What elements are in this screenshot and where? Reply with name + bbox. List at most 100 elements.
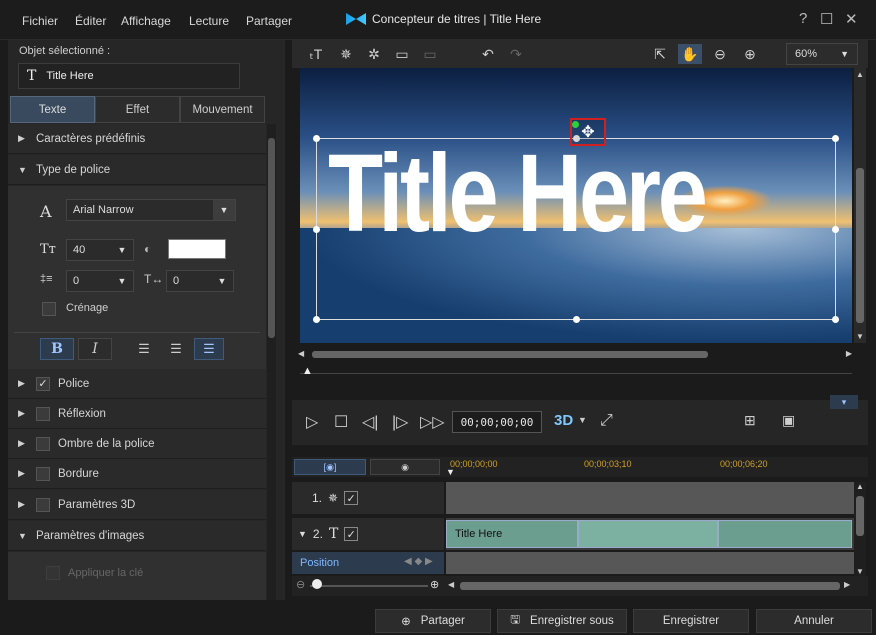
cancel-button[interactable]: Annuler — [756, 609, 872, 633]
3d-toggle-button[interactable]: 3D — [554, 412, 573, 429]
resize-handle[interactable] — [832, 135, 839, 142]
section-reflexion[interactable]: ▶ Réflexion — [8, 399, 266, 429]
track-2-body[interactable]: Title Here — [446, 518, 854, 550]
maximize-icon[interactable]: ☐ — [820, 10, 833, 28]
title-clip-segment[interactable] — [718, 520, 852, 548]
kerning-checkbox[interactable] — [42, 302, 56, 316]
title-clip[interactable]: Title Here — [446, 520, 578, 548]
menu-editer[interactable]: Éditer — [75, 14, 106, 28]
timeline-view-button[interactable]: [◉] — [294, 459, 366, 475]
save-as-button[interactable]: 🖫 Enregistrer sous — [497, 609, 627, 633]
preview-hscroll[interactable]: ◀ ▶ — [298, 349, 852, 361]
zoom-in-icon[interactable]: ⊕ — [738, 44, 762, 64]
track-2-checkbox[interactable]: ✓ — [344, 527, 359, 541]
scroll-up-icon[interactable]: ▲ — [856, 482, 864, 491]
collapse-arrow-icon[interactable]: ▼ — [298, 529, 307, 539]
share-button[interactable]: ⊕ Partager — [375, 609, 491, 633]
play-icon[interactable]: ▷ — [306, 412, 318, 432]
add-image-icon[interactable]: ▭ — [390, 44, 414, 64]
safe-zone-icon[interactable]: ▣ — [782, 412, 795, 429]
zoom-slider[interactable] — [310, 585, 428, 587]
selection-box[interactable] — [313, 135, 839, 323]
hand-tool-icon[interactable]: ✋ — [678, 44, 702, 64]
resize-handle[interactable] — [313, 226, 320, 233]
timeline-hscroll-thumb[interactable] — [460, 582, 840, 590]
move-tool-icon[interactable]: ⇱ — [648, 44, 672, 64]
align-left-icon[interactable]: ☰ — [130, 338, 158, 360]
scroll-down-icon[interactable]: ▼ — [856, 332, 864, 341]
timeline-vscroll[interactable]: ▲ ▼ — [854, 482, 866, 576]
track-1-checkbox[interactable]: ✓ — [344, 491, 359, 505]
zoom-out-icon[interactable]: ⊖ — [708, 44, 732, 64]
title-clip-segment[interactable] — [578, 520, 718, 548]
resize-handle[interactable] — [832, 226, 839, 233]
resize-handle[interactable] — [313, 135, 320, 142]
background-icon[interactable]: ▭ — [418, 44, 442, 64]
preview-vscroll[interactable]: ▲ ▼ — [854, 68, 866, 343]
grid-icon[interactable]: ⊞ — [744, 412, 756, 429]
shadow-checkbox[interactable] — [36, 436, 50, 451]
timeline-vscroll-thumb[interactable] — [856, 496, 864, 536]
zoom-in-icon[interactable]: ⊕ — [430, 578, 439, 591]
zoom-slider-thumb[interactable] — [312, 579, 322, 589]
zoom-out-icon[interactable]: ⊖ — [296, 578, 305, 591]
prev-frame-icon[interactable]: ◁| — [362, 412, 378, 432]
scroll-right-icon[interactable]: ▶ — [844, 580, 850, 589]
chevron-down-icon[interactable]: ▼ — [578, 415, 587, 425]
position-header[interactable]: Position ◀ ◆ ▶ — [292, 552, 444, 574]
reflexion-checkbox[interactable] — [36, 406, 50, 421]
params3d-checkbox[interactable] — [36, 497, 50, 512]
section-font-type[interactable]: ▼ Type de police — [8, 155, 266, 185]
scroll-up-icon[interactable]: ▲ — [856, 70, 864, 79]
section-border[interactable]: ▶ Bordure — [8, 459, 266, 489]
scroll-left-icon[interactable]: ◀ — [298, 349, 304, 358]
playhead-marker[interactable]: ▼ — [446, 467, 455, 477]
position-body[interactable] — [446, 552, 854, 574]
border-checkbox[interactable] — [36, 466, 50, 481]
menu-affichage[interactable]: Affichage — [121, 14, 171, 28]
keyframe-view-button[interactable]: ◉ — [370, 459, 440, 475]
add-particle-icon[interactable]: ✵ — [334, 44, 358, 64]
resize-handle[interactable] — [573, 316, 580, 323]
undo-icon[interactable]: ↶ — [476, 44, 500, 64]
apply-key-checkbox[interactable] — [46, 566, 60, 580]
preview-scrubber[interactable]: ▲ — [300, 365, 852, 383]
preview-vscroll-thumb[interactable] — [856, 168, 864, 323]
keyframe-nav-icon[interactable]: ◀ ◆ ▶ — [404, 556, 433, 567]
resize-handle[interactable] — [832, 316, 839, 323]
menu-lecture[interactable]: Lecture — [189, 14, 229, 28]
add-text-icon[interactable]: ₜT — [304, 44, 328, 64]
stop-icon[interactable]: ☐ — [334, 412, 348, 432]
left-scrollbar-thumb[interactable] — [268, 138, 275, 338]
track-1-body[interactable] — [446, 482, 854, 514]
font-name-select[interactable]: Arial Narrow ▼ — [66, 199, 236, 221]
scroll-down-icon[interactable]: ▼ — [856, 567, 864, 576]
help-icon[interactable]: ? — [799, 10, 807, 27]
section-image-params[interactable]: ▼ Paramètres d'images — [8, 521, 266, 551]
font-size-select[interactable]: 40 ▼ — [66, 239, 134, 261]
fast-forward-icon[interactable]: ▷▷ — [420, 412, 445, 432]
timecode-display[interactable]: 00;00;00;00 — [452, 411, 542, 433]
tab-texte[interactable]: Texte — [10, 96, 95, 123]
section-shadow[interactable]: ▶ Ombre de la police — [8, 429, 266, 459]
collapse-button[interactable]: ▾ — [830, 395, 858, 409]
line-spacing-select[interactable]: 0 ▼ — [66, 270, 134, 292]
tab-effet[interactable]: Effet — [95, 96, 180, 123]
next-frame-icon[interactable]: |▷ — [392, 412, 408, 432]
char-spacing-select[interactable]: 0 ▼ — [166, 270, 234, 292]
preview-canvas[interactable]: Title Here ✥ — [300, 68, 852, 343]
scrubber-thumb[interactable]: ▲ — [302, 365, 313, 377]
rotate-handle[interactable] — [572, 121, 579, 128]
align-center-icon[interactable]: ☰ — [162, 338, 190, 360]
add-effect-icon[interactable]: ✲ — [362, 44, 386, 64]
selected-object-field[interactable]: T Title Here — [18, 63, 240, 89]
resize-handle[interactable] — [313, 316, 320, 323]
menu-fichier[interactable]: Fichier — [22, 14, 58, 28]
redo-icon[interactable]: ↷ — [504, 44, 528, 64]
bold-button[interactable]: B — [40, 338, 74, 360]
section-3d[interactable]: ▶ Paramètres 3D — [8, 490, 266, 520]
section-police[interactable]: ▶ ✓ Police — [8, 369, 266, 399]
font-color-swatch[interactable] — [168, 239, 226, 259]
scroll-left-icon[interactable]: ◀ — [448, 580, 454, 589]
color-picker-icon[interactable]: ◐ — [144, 242, 151, 256]
